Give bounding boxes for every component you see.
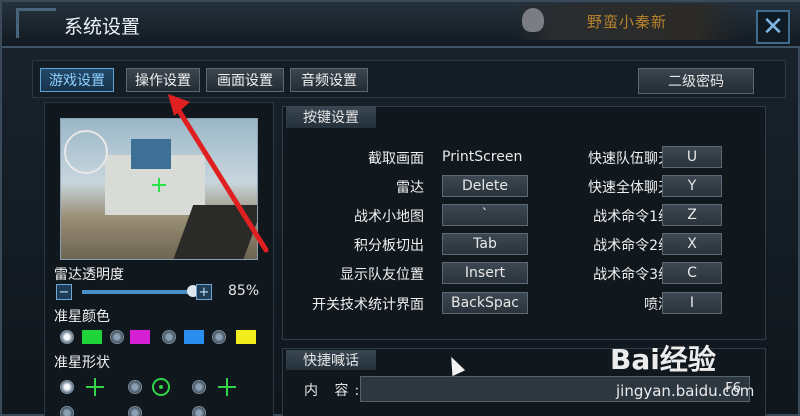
watermark-url: jingyan.baidu.com — [616, 382, 755, 400]
key-binding-left-4[interactable]: Tab — [442, 233, 528, 255]
window-title: 系统设置 — [64, 16, 141, 38]
shape-radio-6[interactable] — [192, 406, 206, 416]
crosshair-shape-label: 准星形状 — [54, 355, 110, 371]
key-binding-right-6[interactable]: I — [662, 292, 722, 314]
color-swatch-2[interactable] — [130, 330, 150, 344]
key-binding-left-2[interactable]: Delete — [442, 175, 528, 197]
key-binding-left-6[interactable]: BackSpac — [442, 292, 528, 314]
key-label-right-4: 战术命令2组 — [593, 238, 672, 254]
key-label-left-4: 积分板切出 — [354, 238, 424, 254]
key-binding-right-4[interactable]: X — [662, 233, 722, 255]
baidu-watermark: Bai经验 jingyan.baidu.com — [610, 332, 800, 416]
radar-opacity-value: 85% — [228, 283, 260, 299]
key-binding-right-3[interactable]: Z — [662, 204, 722, 226]
color-radio-3[interactable] — [162, 330, 176, 344]
minus-button[interactable]: − — [56, 284, 72, 300]
settings-window: 系统设置 野蛮小秦新 ✕ 游戏设置 操作设置 画面设置 音频设置 二级密码 雷达… — [0, 0, 800, 416]
watermark-logo: Bai经验 — [610, 343, 716, 376]
shape-radio-4[interactable] — [60, 406, 74, 416]
key-label-left-3: 战术小地图 — [354, 209, 424, 225]
key-label-right-3: 战术命令1组 — [593, 209, 672, 225]
crosshair-cross-icon — [218, 378, 236, 396]
skull-icon — [522, 8, 544, 32]
close-button[interactable]: ✕ — [756, 10, 790, 44]
key-label-right-5: 战术命令3组 — [593, 267, 672, 283]
key-label-left-6: 开关技术统计界面 — [312, 297, 424, 313]
chat-content-label: 内 容: — [304, 383, 366, 399]
key-label-right-1: 快速队伍聊天 — [588, 151, 672, 167]
key-binding-left-3[interactable]: ` — [442, 204, 528, 226]
key-binding-right-5[interactable]: C — [662, 262, 722, 284]
shape-radio-3[interactable] — [192, 380, 206, 394]
player-name: 野蛮小秦新 — [587, 13, 668, 31]
key-label-left-2: 雷达 — [396, 180, 424, 196]
color-radio-1[interactable] — [60, 330, 74, 344]
shape-radio-1[interactable] — [60, 380, 74, 394]
shape-radio-2[interactable] — [128, 380, 142, 394]
tab-audio-settings[interactable]: 音频设置 — [290, 68, 368, 92]
tab-game-settings[interactable]: 游戏设置 — [40, 68, 114, 92]
key-settings-header: 按键设置 — [286, 106, 376, 128]
key-label-right-2: 快速全体聊天 — [588, 180, 672, 196]
radar-opacity-slider[interactable]: − + 85% — [56, 282, 266, 302]
color-swatch-1[interactable] — [82, 330, 102, 344]
secondary-password-button[interactable]: 二级密码 — [638, 68, 754, 94]
radar-icon — [64, 130, 108, 174]
quick-chat-header: 快捷喊话 — [286, 350, 376, 370]
key-binding-left-5[interactable]: Insert — [442, 262, 528, 284]
key-binding-right-2[interactable]: Y — [662, 175, 722, 197]
color-radio-4[interactable] — [212, 330, 226, 344]
color-swatch-4[interactable] — [236, 330, 256, 344]
tab-graphics-settings[interactable]: 画面设置 — [206, 68, 284, 92]
annotation-arrow-icon — [168, 94, 269, 253]
title-decoration — [16, 8, 56, 38]
color-radio-2[interactable] — [110, 330, 124, 344]
tab-control-settings[interactable]: 操作设置 — [126, 68, 200, 92]
key-label-left-5: 显示队友位置 — [340, 267, 424, 283]
key-binding-right-1[interactable]: U — [662, 146, 722, 168]
radar-opacity-label: 雷达透明度 — [54, 267, 124, 283]
color-swatch-3[interactable] — [184, 330, 204, 344]
key-label-left-1: 截取画面 — [368, 151, 424, 167]
shape-radio-5[interactable] — [128, 406, 142, 416]
crosshair-circle-icon — [152, 378, 170, 396]
title-bar: 系统设置 野蛮小秦新 ✕ — [2, 2, 800, 48]
key-label-right-6: 喷漆 — [644, 297, 672, 313]
key-binding-left-1[interactable]: PrintScreen — [442, 146, 528, 168]
crosshair-color-label: 准星颜色 — [54, 309, 110, 325]
crosshair-cross-icon — [86, 378, 104, 396]
plus-button[interactable]: + — [196, 284, 212, 300]
